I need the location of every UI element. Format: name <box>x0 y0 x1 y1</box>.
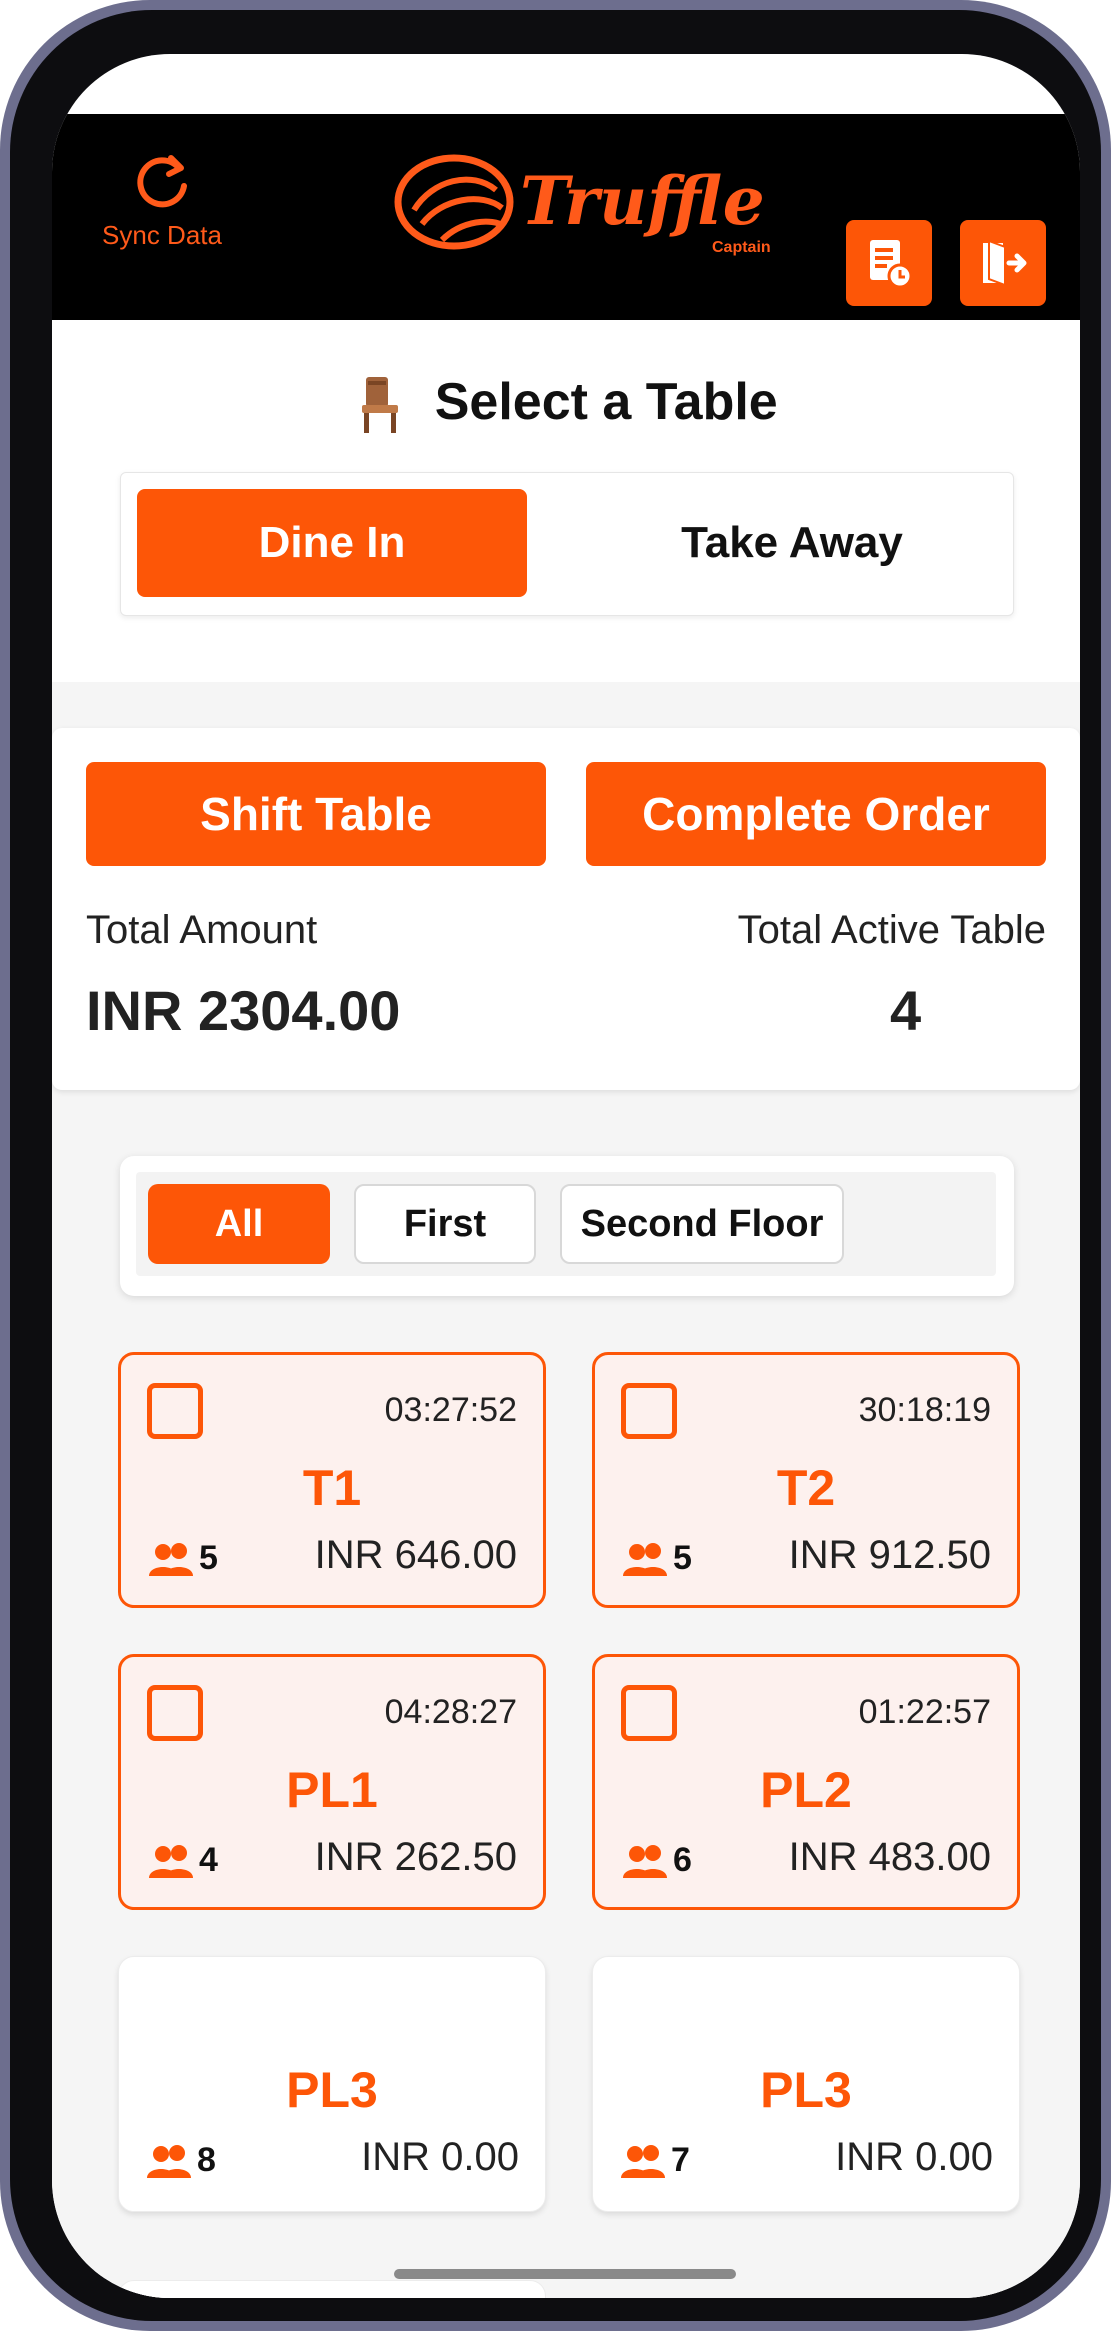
shift-table-button[interactable]: Shift Table <box>86 762 546 866</box>
sync-data-button[interactable]: Sync Data <box>92 146 232 251</box>
table-timer: 03:27:52 <box>384 1391 517 1429</box>
phone-frame: Sync Data Truffle Captain Select a Table… <box>0 0 1111 2331</box>
dine-in-tab[interactable]: Dine In <box>137 489 527 597</box>
table-card-pl1[interactable]: 04:28:27 PL1 4 INR 262.50 <box>118 1654 546 1910</box>
logout-button[interactable] <box>960 220 1046 306</box>
total-active-table-label: Total Active Table <box>737 908 1046 952</box>
total-active-table-value: 4 <box>890 979 922 1042</box>
floor-filter-track: All First Second Floor <box>136 1172 996 1276</box>
table-card-partial[interactable] <box>118 2280 546 2298</box>
table-checkbox[interactable] <box>147 1383 203 1439</box>
guests-icon <box>149 1844 193 1878</box>
home-indicator[interactable] <box>394 2269 736 2279</box>
guest-count: 4 <box>149 1841 218 1880</box>
guest-count: 8 <box>147 2141 216 2180</box>
logout-door-icon <box>983 239 1027 287</box>
floor-chip-all[interactable]: All <box>148 1184 330 1264</box>
floor-chip-second-floor[interactable]: Second Floor <box>560 1184 844 1264</box>
table-name: PL1 <box>286 1762 378 1818</box>
page-title-text: Select a Table <box>434 373 778 431</box>
guests-icon <box>621 2144 665 2178</box>
guest-count: 6 <box>623 1841 692 1880</box>
guest-count-value: 8 <box>197 2141 216 2179</box>
guest-count: 5 <box>149 1539 218 1578</box>
table-checkbox[interactable] <box>621 1383 677 1439</box>
floor-chip-first[interactable]: First <box>354 1184 536 1264</box>
guests-icon <box>149 1542 193 1576</box>
guests-icon <box>623 1542 667 1576</box>
guest-count-value: 5 <box>673 1539 692 1577</box>
table-amount: INR 262.50 <box>314 1835 517 1879</box>
table-amount: INR 646.00 <box>314 1533 517 1577</box>
table-amount: INR 0.00 <box>835 2135 993 2179</box>
guest-count: 7 <box>621 2141 690 2180</box>
table-checkbox[interactable] <box>621 1685 677 1741</box>
guest-count-value: 6 <box>673 1841 692 1879</box>
report-clock-icon <box>870 240 913 289</box>
table-name: PL3 <box>286 2062 378 2118</box>
table-amount: INR 0.00 <box>361 2135 519 2179</box>
table-select-section: Select a Table Dine In Take Away <box>52 320 1080 682</box>
table-checkbox[interactable] <box>147 1685 203 1741</box>
guest-count-value: 7 <box>671 2141 690 2179</box>
guest-count-value: 4 <box>199 1841 218 1879</box>
floor-filter: All First Second Floor <box>120 1156 1014 1296</box>
table-name: T1 <box>302 1460 362 1516</box>
total-amount-value: INR 2304.00 <box>86 979 401 1042</box>
page-title: Select a Table <box>52 372 1080 435</box>
take-away-tab[interactable]: Take Away <box>597 489 987 597</box>
table-name: T2 <box>776 1460 836 1516</box>
phone-bezel: Sync Data Truffle Captain Select a Table… <box>10 10 1101 2321</box>
guest-count-value: 5 <box>199 1539 218 1577</box>
app-header: Sync Data Truffle Captain <box>52 114 1080 320</box>
table-timer: 30:18:19 <box>858 1391 991 1429</box>
table-grid: 03:27:52 T1 5 INR 646.00 30:18:19 T2 5 I… <box>94 1328 1038 2298</box>
sync-label: Sync Data <box>102 220 222 250</box>
main-content: Select a Table Dine In Take Away Shift T… <box>52 320 1080 2298</box>
table-timer: 04:28:27 <box>384 1693 517 1731</box>
chair-icon <box>362 377 399 434</box>
table-card-pl2[interactable]: 01:22:57 PL2 6 INR 483.00 <box>592 1654 1020 1910</box>
svg-text:Captain: Captain <box>712 239 771 256</box>
table-timer: 01:22:57 <box>858 1693 991 1731</box>
table-card-t2[interactable]: 30:18:19 T2 5 INR 912.50 <box>592 1352 1020 1608</box>
sync-icon <box>137 155 187 208</box>
truffle-logo: Truffle Captain <box>394 154 771 256</box>
complete-order-button[interactable]: Complete Order <box>586 762 1046 866</box>
reports-button[interactable] <box>846 220 932 306</box>
table-name: PL2 <box>760 1762 852 1818</box>
table-amount: INR 483.00 <box>788 1835 991 1879</box>
order-summary-card: Shift Table Complete Order Total Amount … <box>52 728 1080 1090</box>
total-amount-label: Total Amount <box>86 908 318 952</box>
table-amount: INR 912.50 <box>788 1533 991 1577</box>
app-screen: Sync Data Truffle Captain Select a Table… <box>52 54 1080 2298</box>
table-card-pl3[interactable]: PL3 8 INR 0.00 <box>118 1956 546 2212</box>
table-card-pl3-second[interactable]: PL3 7 INR 0.00 <box>592 1956 1020 2212</box>
table-card-t1[interactable]: 03:27:52 T1 5 INR 646.00 <box>118 1352 546 1608</box>
guests-icon <box>623 1844 667 1878</box>
order-type-toggle: Dine In Take Away <box>120 472 1014 616</box>
svg-text:Truffle: Truffle <box>520 162 765 240</box>
guests-icon <box>147 2144 191 2178</box>
guest-count: 5 <box>623 1539 692 1578</box>
table-name: PL3 <box>760 2062 852 2118</box>
